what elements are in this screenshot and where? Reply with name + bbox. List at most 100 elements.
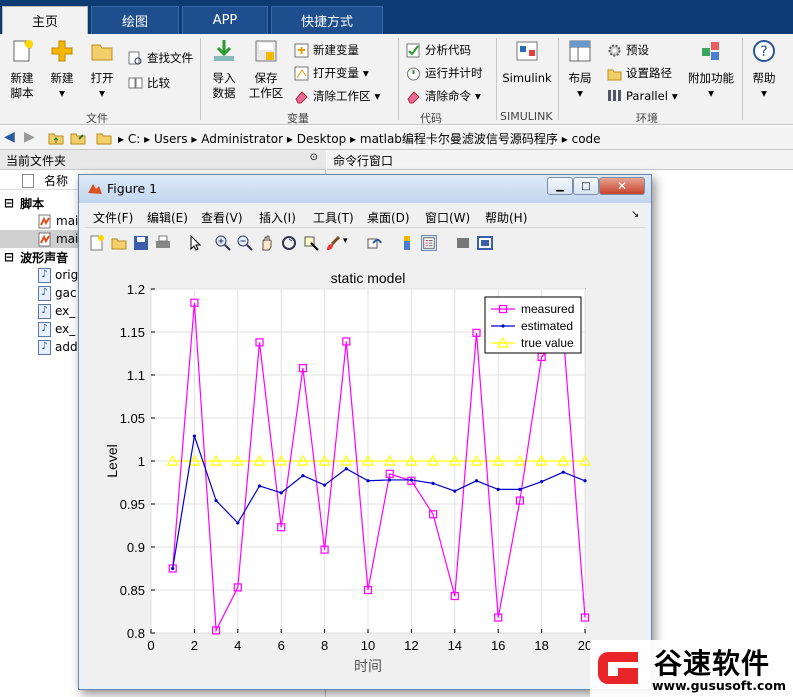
chevron-down-icon: ▾ xyxy=(475,89,481,103)
analyze-icon xyxy=(406,43,420,57)
tab-home[interactable]: 主页 xyxy=(2,6,88,34)
open-variable-button[interactable]: 打开变量 ▾ xyxy=(294,65,369,81)
menu-view[interactable]: 查看(V) xyxy=(201,209,243,226)
new-figure-icon[interactable] xyxy=(89,235,105,251)
legend-icon[interactable] xyxy=(421,235,437,251)
minimize-button[interactable]: ▁ xyxy=(547,177,573,195)
tab-shortcuts[interactable]: 快捷方式 xyxy=(271,6,383,34)
find-files-button[interactable]: 查找文件 xyxy=(128,50,193,66)
hide-plot-tools-icon[interactable] xyxy=(455,235,471,251)
divider xyxy=(200,38,201,120)
clear-commands-button[interactable]: 清除命令 ▾ xyxy=(406,88,481,104)
data-point xyxy=(561,470,565,474)
data-point xyxy=(171,566,175,571)
dock-arrow-icon[interactable]: ↘ xyxy=(631,209,639,220)
brush-icon[interactable] xyxy=(325,235,341,251)
chevron-down-icon[interactable]: ▾ xyxy=(343,236,348,246)
legend-label: estimated xyxy=(521,319,573,333)
compare-icon xyxy=(128,77,143,88)
breadcrumb-item[interactable]: matlab编程卡尔曼滤波信号源码程序 xyxy=(360,132,558,146)
close-button[interactable]: ✕ xyxy=(599,177,645,195)
menu-file[interactable]: 文件(F) xyxy=(93,209,133,226)
legend-label: true value xyxy=(521,336,574,350)
breadcrumb-item[interactable]: code xyxy=(572,132,601,146)
y-tick-label: 0.9 xyxy=(127,540,145,555)
simulink-icon xyxy=(516,41,538,61)
back-arrow-icon[interactable]: ◀ xyxy=(4,129,15,145)
layout-button[interactable]: 布局 ▾ xyxy=(562,38,598,101)
link-plot-icon[interactable] xyxy=(367,235,383,251)
breadcrumb-item[interactable]: C: xyxy=(128,132,140,146)
save-icon[interactable] xyxy=(133,235,149,251)
new-script-button[interactable]: 新建 脚本 xyxy=(4,38,40,101)
figure-title-bar[interactable]: Figure 1 ▁ □ ✕ xyxy=(79,175,651,203)
menu-window[interactable]: 窗口(W) xyxy=(425,209,470,226)
addons-button[interactable]: 附加功能 ▾ xyxy=(686,38,736,101)
eraser-icon xyxy=(407,90,420,103)
panel-menu-icon[interactable]: ⊙ xyxy=(310,152,318,163)
menu-help[interactable]: 帮助(H) xyxy=(485,209,527,226)
tab-plots[interactable]: 绘图 xyxy=(91,6,179,34)
forward-arrow-icon[interactable]: ▶ xyxy=(24,129,35,145)
open-file-icon[interactable] xyxy=(111,235,127,251)
browse-folder-icon[interactable] xyxy=(70,130,86,146)
y-tick-label: 0.95 xyxy=(120,497,145,512)
print-icon[interactable] xyxy=(155,235,171,251)
svg-text:?: ? xyxy=(760,44,767,60)
plus-icon xyxy=(51,40,73,62)
legend[interactable]: measured estimated true value xyxy=(484,296,582,354)
menu-desktop[interactable]: 桌面(D) xyxy=(367,209,410,226)
zoom-in-icon[interactable] xyxy=(215,235,231,251)
open-button[interactable]: 打开 ▾ xyxy=(84,38,120,101)
new-variable-button[interactable]: 新建变量 xyxy=(294,42,359,58)
set-path-button[interactable]: 设置路径 xyxy=(607,65,672,81)
run-and-time-button[interactable]: 运行并计时 xyxy=(406,65,483,81)
data-point xyxy=(474,479,479,483)
tab-apps[interactable]: APP xyxy=(182,6,268,34)
folder-icon xyxy=(91,44,113,61)
audio-file-icon: ♪ xyxy=(38,285,51,301)
menu-edit[interactable]: 编辑(E) xyxy=(147,209,188,226)
collapse-icon[interactable]: ⊟ xyxy=(4,250,14,264)
maximize-button[interactable]: □ xyxy=(573,177,599,195)
data-point xyxy=(409,478,413,482)
zoom-out-icon[interactable] xyxy=(237,235,253,251)
data-point xyxy=(583,479,587,483)
parallel-button[interactable]: Parallel ▾ xyxy=(607,88,678,103)
menu-insert[interactable]: 插入(I) xyxy=(259,209,296,226)
menu-tools[interactable]: 工具(T) xyxy=(313,209,354,226)
data-cursor-icon[interactable] xyxy=(303,235,319,251)
figure-window: Figure 1 ▁ □ ✕ 文件(F) 编辑(E) 查看(V) 插入(I) 工… xyxy=(78,174,652,690)
clear-workspace-button[interactable]: 清除工作区 ▾ xyxy=(294,88,380,104)
pointer-icon[interactable] xyxy=(187,235,203,251)
new-variable-icon xyxy=(294,43,309,57)
analyze-code-button[interactable]: 分析代码 xyxy=(406,42,471,58)
import-data-button[interactable]: 导入 数据 xyxy=(206,38,242,101)
save-workspace-button[interactable]: 保存 工作区 xyxy=(246,38,286,101)
x-tick-label: 14 xyxy=(448,638,462,653)
breadcrumb-item[interactable]: Desktop xyxy=(297,132,347,146)
ribbon-tab-bar: 主页 绘图 APP 快捷方式 xyxy=(0,0,793,34)
collapse-icon[interactable]: ⊟ xyxy=(4,196,14,210)
simulink-button[interactable]: Simulink xyxy=(502,38,552,86)
new-button[interactable]: 新建 ▾ xyxy=(44,38,80,101)
colorbar-icon[interactable] xyxy=(399,235,415,251)
rotate-3d-icon[interactable] xyxy=(281,235,297,251)
gusu-logo-icon xyxy=(598,652,638,684)
help-button[interactable]: ? 帮助 ▾ xyxy=(748,38,780,101)
breadcrumb-item[interactable]: Administrator xyxy=(201,132,283,146)
matlab-file-icon xyxy=(38,232,51,246)
compare-button[interactable]: 比较 xyxy=(128,75,170,91)
group-label-file: 文件 xyxy=(86,112,108,125)
x-tick-label: 18 xyxy=(534,638,548,653)
show-plot-tools-icon[interactable] xyxy=(477,235,493,251)
breadcrumb-item[interactable]: Users xyxy=(154,132,188,146)
up-folder-icon[interactable] xyxy=(48,130,64,146)
save-workspace-icon xyxy=(255,40,277,62)
y-tick-label: 1.1 xyxy=(127,368,145,383)
data-point xyxy=(518,487,522,491)
watermark-brand: 谷速软件 xyxy=(654,647,771,680)
preferences-button[interactable]: 预设 xyxy=(607,42,649,58)
chart-title: static model xyxy=(331,270,406,286)
pan-hand-icon[interactable] xyxy=(259,235,275,251)
